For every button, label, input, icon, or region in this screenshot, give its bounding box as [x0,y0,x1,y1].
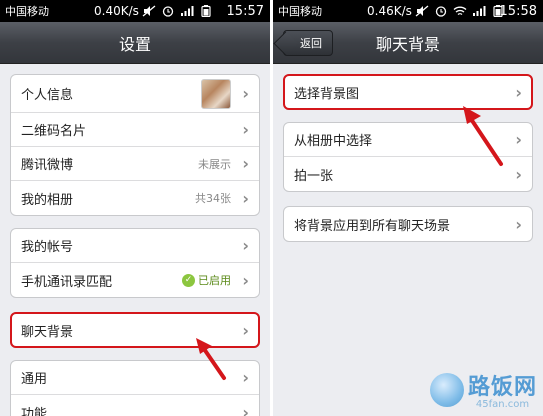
carrier-label: 中国移动 [5,5,49,18]
battery-icon [201,5,211,17]
settings-item-label: 我的帐号 [21,240,74,255]
back-button[interactable]: 返回 [283,30,333,56]
page-title: 聊天背景 [375,34,440,54]
status-bar: 中国移动 0.46K/s 15:58 [273,0,543,22]
chevron-right-icon: › [242,188,249,208]
menu-item-label: 将背景应用到所有聊天场景 [294,218,451,234]
settings-item-profile[interactable]: 个人信息 › [11,75,259,113]
annotation-arrow-icon [196,338,226,380]
settings-item-weibo[interactable]: 腾讯微博 未展示 › [11,147,259,181]
clock: 15:57 [226,3,264,19]
settings-screen: 中国移动 0.40K/s 15:57 设置 个人信息 › 二维码名片 › 腾讯微… [0,0,270,416]
status-icons [142,0,213,22]
network-speed: 0.40K/s [94,4,139,18]
chevron-right-icon: › [515,214,522,234]
chat-background-screen: 中国移动 0.46K/s 15:58 返回 聊天背景 选择背景图 › 从相册中选… [273,0,543,416]
page-title: 设置 [118,34,151,54]
status-icons [415,0,505,22]
apply-to-all-chats-item[interactable]: 将背景应用到所有聊天场景 › [284,207,532,241]
clock: 15:58 [499,3,537,19]
bg-group-apply: 将背景应用到所有聊天场景 › [283,206,533,242]
mute-icon [142,5,156,17]
check-icon: ✓ [182,273,195,287]
settings-item-account[interactable]: 我的帐号 › [11,229,259,263]
back-button-label: 返回 [300,37,322,50]
chevron-right-icon: › [242,368,249,387]
signal-icon [473,6,486,16]
navigation-bar: 返回 聊天背景 [273,22,543,64]
chevron-right-icon: › [242,236,249,255]
settings-item-value: 共34张 [195,192,231,205]
settings-item-contacts-match[interactable]: 手机通讯录匹配 ✓ 已启用 › [11,263,259,297]
chevron-right-icon: › [242,154,249,173]
chevron-right-icon: › [242,402,249,416]
carrier-label: 中国移动 [278,5,322,18]
wifi-icon [453,6,467,16]
watermark-logo-icon [429,372,464,407]
settings-item-label: 我的相册 [21,192,74,208]
alarm-icon [435,6,447,17]
chevron-right-icon: › [242,320,249,340]
mute-icon [415,5,429,17]
settings-item-album[interactable]: 我的相册 共34张 › [11,181,259,215]
settings-item-label: 二维码名片 [21,124,87,139]
signal-icon [181,6,194,16]
settings-group-profile: 个人信息 › 二维码名片 › 腾讯微博 未展示 › 我的相册 共34张 › [10,74,260,216]
status-bar: 中国移动 0.40K/s 15:57 [0,0,270,22]
chevron-right-icon: › [515,130,522,149]
chevron-right-icon: › [515,82,522,102]
settings-item-label: 手机通讯录匹配 [21,274,113,290]
menu-item-label: 选择背景图 [294,86,360,102]
network-speed: 0.46K/s [367,4,412,18]
settings-item-label: 腾讯微博 [21,158,74,173]
settings-group-account: 我的帐号 › 手机通讯录匹配 ✓ 已启用 › [10,228,260,298]
settings-item-label: 功能 [21,406,48,416]
chevron-right-icon: › [242,270,249,290]
settings-item-qrcode[interactable]: 二维码名片 › [11,113,259,147]
status-badge-text: 已启用 [198,274,231,287]
navigation-bar: 设置 [0,22,270,64]
chevron-right-icon: › [515,164,522,184]
settings-item-label: 个人信息 [21,88,74,103]
chevron-right-icon: › [242,120,249,139]
watermark-text: 路饭网 45fan.com [468,369,537,410]
alarm-icon [162,6,174,17]
avatar [201,78,231,109]
chevron-right-icon: › [242,84,249,103]
watermark-main: 路饭网 [467,375,537,400]
settings-item-value: 未展示 [198,157,231,171]
settings-item-features[interactable]: 功能 › [11,395,259,416]
annotation-arrow-icon [463,106,503,166]
watermark: 路饭网 45fan.com [429,369,537,410]
status-badge: ✓ 已启用 [182,272,231,288]
